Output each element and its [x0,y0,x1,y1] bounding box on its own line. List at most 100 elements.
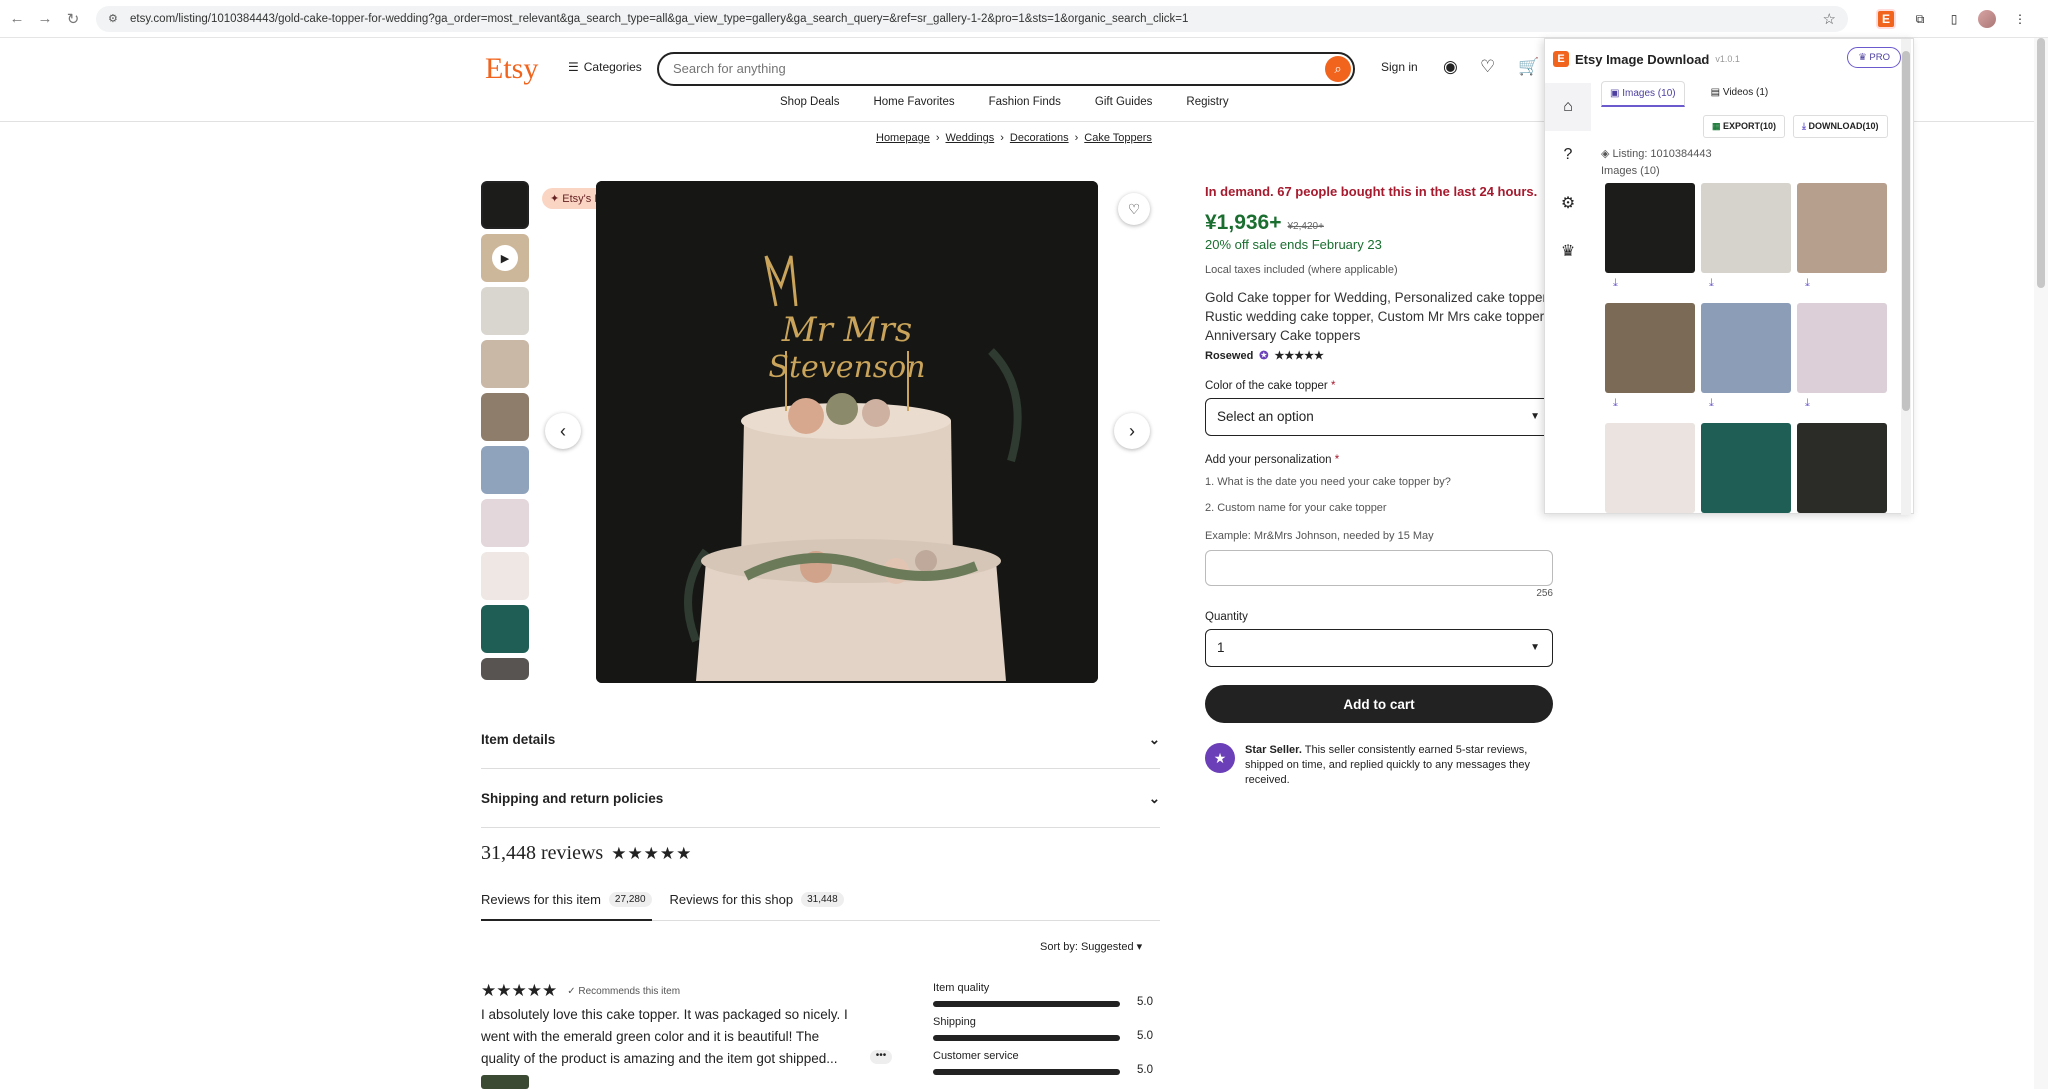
extension-version: v1.0.1 [1715,54,1740,64]
tab-videos[interactable]: ▤ Videos (1) [1703,81,1777,107]
help-icon[interactable]: ? [1545,131,1591,179]
circle-dot-icon[interactable]: ◉ [1443,57,1458,77]
sign-in-link[interactable]: Sign in [1381,60,1418,74]
reload-icon[interactable]: ↻ [62,8,84,30]
seller-name[interactable]: Rosewed [1205,350,1253,362]
thumbnail-10[interactable] [481,658,529,680]
more-options-icon[interactable]: ••• [870,1050,892,1064]
svg-text:Stevenson: Stevenson [768,350,925,385]
personalization-q1: 1. What is the date you need your cake t… [1205,476,1451,488]
seller-info: Rosewed ✪ ★★★★★ [1205,349,1553,363]
etsy-extension-icon[interactable]: E [1876,9,1896,29]
crown-icon[interactable]: ♛ [1545,227,1591,275]
breadcrumb-cake-toppers[interactable]: Cake Toppers [1084,132,1152,144]
thumbnail-strip: ▶ [481,181,530,685]
nav-fashion-finds[interactable]: Fashion Finds [989,96,1061,108]
page-scrollbar[interactable] [2034,38,2048,1089]
thumbnail-video[interactable]: ▶ [481,234,529,282]
url-text[interactable]: etsy.com/listing/1010384443/gold-cake-to… [130,13,1188,25]
search-bar[interactable]: ⌕ [657,52,1355,86]
item-review-count: 27,280 [608,892,652,907]
download-icon[interactable]: ⤓ [1605,273,1695,294]
grid-image-5[interactable]: ⤓ [1701,303,1791,417]
quantity-label: Quantity [1205,611,1248,623]
tab-images[interactable]: ▣ Images (10) [1601,81,1685,107]
reviews-count: 31,448 reviews [481,842,604,864]
chevron-down-icon: ⌄ [1148,790,1160,806]
download-icon[interactable]: ⤓ [1701,273,1791,294]
side-panel-icon[interactable]: ▯ [1944,9,1964,29]
menu-kebab-icon[interactable]: ⋮ [2010,9,2030,29]
nav-registry[interactable]: Registry [1186,96,1228,108]
forward-arrow-icon[interactable]: → [34,8,56,30]
download-icon[interactable]: ⤓ [1701,393,1791,414]
breadcrumb-decorations[interactable]: Decorations [1010,132,1069,144]
search-icon[interactable]: ⌕ [1325,56,1351,82]
next-image-arrow-icon[interactable]: › [1114,413,1150,449]
download-icon[interactable]: ⤓ [1797,393,1887,414]
personalization-textarea[interactable] [1205,550,1553,586]
heart-icon[interactable]: ♡ [1480,57,1495,77]
shipping-label: Shipping and return policies [481,791,664,806]
thumbnail-6[interactable] [481,446,529,494]
breadcrumb-homepage[interactable]: Homepage [876,132,930,144]
tab-reviews-shop[interactable]: Reviews for this shop 31,448 [670,888,844,920]
buy-box: In demand. 67 people bought this in the … [1205,184,1553,788]
rating-item-quality: Item quality 5.0 [933,982,1153,1008]
quantity-select[interactable]: 1 ▼ [1205,629,1553,667]
thumbnail-5[interactable] [481,393,529,441]
play-icon: ▶ [492,245,518,271]
grid-image-6[interactable]: ⤓ [1797,303,1887,417]
grid-image-7[interactable] [1605,423,1695,537]
thumbnail-1[interactable] [481,181,529,229]
home-icon[interactable]: ⌂ [1545,83,1591,131]
nav-gift-guides[interactable]: Gift Guides [1095,96,1153,108]
cart-icon[interactable]: 🛒 [1518,57,1539,77]
prev-image-arrow-icon[interactable]: ‹ [545,413,581,449]
search-input[interactable] [673,61,1273,76]
etsy-logo[interactable]: Etsy [485,52,538,86]
shipping-accordion[interactable]: Shipping and return policies ⌄ [481,770,1160,828]
taxes-note: Local taxes included (where applicable) [1205,264,1398,276]
extension-tabs: ▣ Images (10) ▤ Videos (1) [1601,81,1776,107]
thumbnail-7[interactable] [481,499,529,547]
nav-home-favorites[interactable]: Home Favorites [873,96,954,108]
back-arrow-icon[interactable]: ← [6,8,28,30]
bookmark-star-icon[interactable]: ☆ [1823,10,1836,28]
tab-reviews-item[interactable]: Reviews for this item 27,280 [481,888,652,921]
grid-image-3[interactable]: ⤓ [1797,183,1887,297]
item-details-accordion[interactable]: Item details ⌄ [481,711,1160,769]
extensions-puzzle-icon[interactable]: ⧉ [1910,9,1930,29]
color-select[interactable]: Select an option ▼ [1205,398,1553,436]
thumbnail-8[interactable] [481,552,529,600]
breadcrumb-weddings[interactable]: Weddings [946,132,995,144]
thumbnail-9[interactable] [481,605,529,653]
review-photo[interactable] [481,1075,529,1089]
pro-button[interactable]: ♛ PRO [1847,47,1901,68]
seller-rating-stars: ★★★★★ [1274,350,1324,362]
export-button[interactable]: ▦ EXPORT(10) [1703,115,1786,138]
grid-image-4[interactable]: ⤓ [1605,303,1695,417]
recommends-label: ✓ Recommends this item [567,985,681,997]
sort-dropdown[interactable]: Sort by: Suggested ▾ [1040,940,1142,953]
download-button[interactable]: ⤓ DOWNLOAD(10) [1793,115,1888,138]
profile-avatar[interactable] [1978,10,1996,28]
extension-scrollbar[interactable] [1901,39,1911,515]
favorite-heart-icon[interactable]: ♡ [1118,193,1150,225]
categories-button[interactable]: ☰ Categories [568,60,642,74]
thumbnail-3[interactable] [481,287,529,335]
nav-shop-deals[interactable]: Shop Deals [780,96,839,108]
item-details-label: Item details [481,732,556,747]
grid-image-1[interactable]: ⤓ [1605,183,1695,297]
grid-image-2[interactable]: ⤓ [1701,183,1791,297]
download-icon[interactable]: ⤓ [1605,393,1695,414]
grid-image-8[interactable] [1701,423,1791,537]
grid-image-9[interactable] [1797,423,1887,537]
address-bar[interactable]: ⚙ etsy.com/listing/1010384443/gold-cake-… [96,6,1848,32]
image-grid: ⤓ ⤓ ⤓ ⤓ ⤓ ⤓ [1605,183,1895,537]
site-info-icon[interactable]: ⚙ [108,12,122,26]
add-to-cart-button[interactable]: Add to cart [1205,685,1553,723]
thumbnail-4[interactable] [481,340,529,388]
download-icon[interactable]: ⤓ [1797,273,1887,294]
settings-gear-icon[interactable]: ⚙ [1545,179,1591,227]
